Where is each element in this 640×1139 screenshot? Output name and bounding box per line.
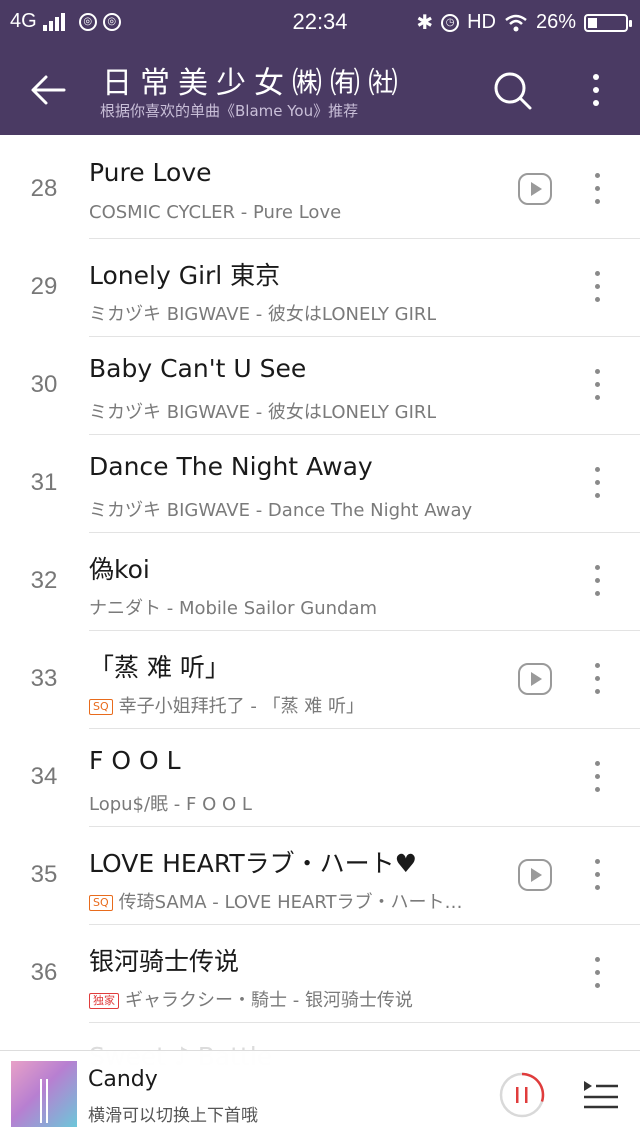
song-row[interactable]: 30 Baby Can't U See ミカヅキ BIGWAVE - 彼女はLONE… [0, 337, 640, 435]
row-more-icon[interactable] [588, 955, 608, 991]
mini-player[interactable]: Candy 横滑可以切换上下首哦 [0, 1050, 640, 1139]
page-subtitle: 根据你喜欢的单曲《Blame You》推荐 [100, 102, 359, 120]
song-meta: ミカヅキ BIGWAVE - 彼女はLONELY GIRL [89, 300, 436, 326]
track-number: 28 [30, 175, 58, 202]
song-list: 28 Pure Love COSMIC CYCLER - Pure Love 29 Lo… [0, 135, 640, 1050]
song-row[interactable]: 32 偽koi ナニダト - Mobile Sailor Gundam [0, 533, 640, 631]
artist-album: 传琦SAMA - LOVE HEARTラブ・ハート… [118, 892, 463, 913]
arrow-left-icon[interactable] [26, 68, 70, 112]
quality-badge: SQ [89, 895, 113, 911]
row-more-icon[interactable] [588, 661, 608, 697]
artist-album: COSMIC CYCLER - Pure Love [89, 202, 342, 223]
artist-album: ミカヅキ BIGWAVE - 彼女はLONELY GIRL [89, 402, 437, 423]
battery-level [588, 17, 597, 28]
song-meta: ミカヅキ BIGWAVE - Dance The Night Away [89, 496, 472, 522]
playlist-icon[interactable] [580, 1075, 620, 1115]
song-meta: 独家 ギャラクシー・騎士 - 银河骑士传说 [89, 986, 413, 1012]
pause-icon[interactable] [498, 1071, 546, 1119]
track-number: 33 [30, 665, 58, 692]
status-bar: 4G ◎ ◎ 22:34 ✱ ◷ HD 26% [0, 0, 640, 44]
row-more-icon[interactable] [588, 563, 608, 599]
artist-album: ギャラクシー・騎士 - 银河骑士传说 [125, 990, 413, 1011]
hd-label: HD [467, 11, 496, 33]
mv-play-icon[interactable] [518, 859, 552, 891]
alarm-icon: ◷ [441, 13, 460, 32]
battery-icon [584, 13, 632, 32]
artist-album: ミカヅキ BIGWAVE - Dance The Night Away [89, 500, 473, 521]
artist-album: 幸子小姐拜托了 - 「蒸 难 听」 [118, 696, 365, 717]
artist-album: ミカヅキ BIGWAVE - 彼女はLONELY GIRL [89, 304, 437, 325]
song-title: 「蒸 难 听」 [89, 653, 230, 682]
song-title: Dance The Night Away [89, 452, 373, 481]
song-title: Pure Love [89, 158, 212, 187]
artist-album: ナニダト - Mobile Sailor Gundam [89, 598, 378, 619]
battery-percent: 26% [535, 11, 576, 33]
row-more-icon[interactable] [588, 367, 608, 403]
row-more-icon[interactable] [588, 171, 608, 207]
song-meta: SQ 幸子小姐拜托了 - 「蒸 难 听」 [89, 692, 364, 718]
cover-art-tower [40, 1079, 48, 1123]
song-title: F O O L [89, 746, 181, 775]
more-vertical-icon[interactable] [580, 68, 612, 112]
track-number: 31 [30, 469, 58, 496]
row-more-icon[interactable] [588, 857, 608, 893]
song-meta: ミカヅキ BIGWAVE - 彼女はLONELY GIRL [89, 398, 436, 424]
track-number: 30 [30, 371, 58, 398]
bluetooth-icon: ✱ [416, 12, 434, 34]
track-number: 36 [30, 959, 58, 986]
quality-badge: 独家 [89, 993, 119, 1009]
song-row[interactable]: 35 LOVE HEARTラブ・ハート♥ SQ 传琦SAMA - LOVE HEART… [0, 827, 640, 925]
track-number: 34 [30, 763, 58, 790]
row-more-icon[interactable] [588, 465, 608, 501]
track-number: 35 [30, 861, 58, 888]
song-row[interactable]: 34 F O O L Lopu$/眠 - F O O L [0, 729, 640, 827]
now-playing-hint: 横滑可以切换上下首哦 [88, 1106, 258, 1126]
song-title: LOVE HEARTラブ・ハート♥ [89, 849, 418, 878]
header: 日常美少女㈱㈲㈳ 根据你喜欢的单曲《Blame You》推荐 [0, 44, 640, 135]
song-title: 偽koi [89, 555, 150, 584]
song-row[interactable]: 28 Pure Love COSMIC CYCLER - Pure Love [0, 141, 640, 239]
mv-play-icon[interactable] [518, 173, 552, 205]
song-row[interactable]: 36 银河骑士传说独家 ギャラクシー・騎士 - 银河骑士传说 [0, 925, 640, 1023]
search-icon[interactable] [490, 68, 534, 112]
row-more-icon[interactable] [588, 759, 608, 795]
song-title: 银河骑士传说 [89, 947, 240, 976]
row-more-icon[interactable] [588, 269, 608, 305]
song-title: Baby Can't U See [89, 354, 307, 383]
quality-badge: SQ [89, 699, 113, 715]
song-meta: SQ 传琦SAMA - LOVE HEARTラブ・ハート… [89, 888, 463, 914]
song-row[interactable]: 33 「蒸 难 听」 SQ 幸子小姐拜托了 - 「蒸 难 听」 [0, 631, 640, 729]
song-title: Lonely Girl 東京 [89, 261, 281, 290]
mv-play-icon[interactable] [518, 663, 552, 695]
track-number: 32 [30, 567, 58, 594]
row-divider [89, 1022, 640, 1023]
song-meta: COSMIC CYCLER - Pure Love [89, 202, 341, 223]
song-meta: ナニダト - Mobile Sailor Gundam [89, 594, 377, 620]
song-row[interactable]: 31 Dance The Night Away ミカヅキ BIGWAVE - Dan… [0, 435, 640, 533]
song-meta: Lopu$/眠 - F O O L [89, 790, 252, 816]
album-cover[interactable] [11, 1061, 77, 1127]
artist-album: Lopu$/眠 - F O O L [89, 794, 252, 815]
wifi-icon [505, 14, 527, 31]
now-playing-title: Candy [88, 1067, 158, 1092]
page-title: 日常美少女㈱㈲㈳ [102, 66, 406, 101]
track-number: 29 [30, 273, 58, 300]
song-row[interactable]: 29 Lonely Girl 東京ミカヅキ BIGWAVE - 彼女はLONELY… [0, 239, 640, 337]
